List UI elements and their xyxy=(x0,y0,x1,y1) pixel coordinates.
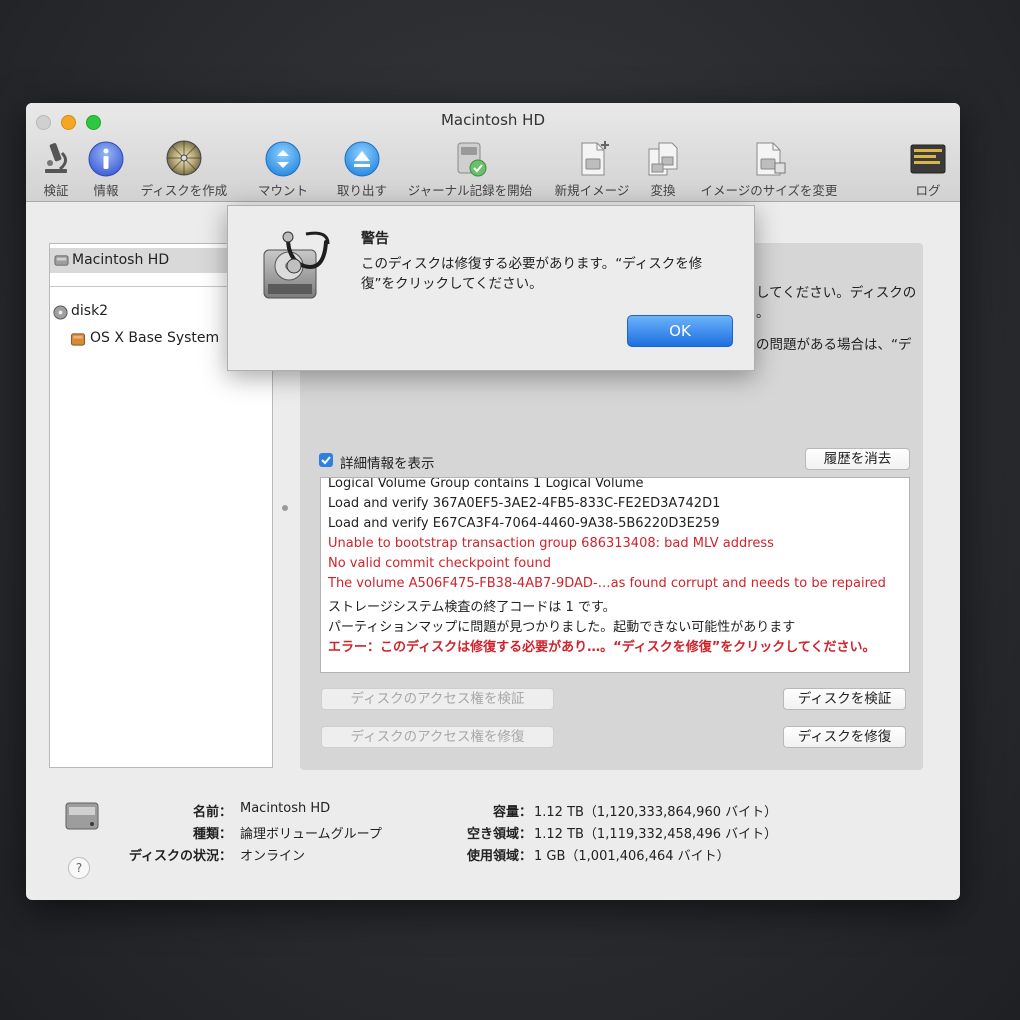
log-line: Load and verify E67CA3F4-7064-4460-9A38-… xyxy=(328,516,720,531)
capacity-key: 容量： xyxy=(492,805,532,820)
info-label: 情報 xyxy=(93,183,119,198)
capacity-value: 1.12 TB（1,120,333,864,960 バイト） xyxy=(534,805,778,820)
titlebar: Macintosh HD 検証 情報 ディスクを作成 マウント 取り出す ジャー… xyxy=(26,103,960,202)
sidebar-item-label: Macintosh HD xyxy=(72,252,170,268)
sidebar-item-label: OS X Base System xyxy=(90,330,220,346)
help-icon[interactable]: ? xyxy=(68,857,90,879)
microscope-icon xyxy=(45,143,67,173)
name-key: 名前： xyxy=(192,805,232,820)
journal-label: ジャーナル記録を開始 xyxy=(407,183,533,198)
eject-label: 取り出す xyxy=(336,183,388,198)
sidebar-item-macintosh-hd[interactable]: Macintosh HD xyxy=(50,248,230,273)
ok-button[interactable]: OK xyxy=(627,315,733,347)
log-console-icon xyxy=(910,144,946,174)
show-details-label: 詳細情報を表示 xyxy=(340,456,435,472)
log-line: Unable to bootstrap transaction group 68… xyxy=(328,536,774,551)
status-key: ディスクの状況： xyxy=(128,849,232,864)
status-value: オンライン xyxy=(240,849,306,864)
disk-info-area: ? 名前： Macintosh HD 種類： 論理ボリュームグループ ディスクの… xyxy=(26,793,960,900)
resize-image-label: イメージのサイズを変更 xyxy=(700,183,838,198)
log-line: Load and verify 367A0EF5-3AE2-4FB5-833C-… xyxy=(328,496,721,511)
free-key: 空き領域： xyxy=(466,827,532,842)
journal-disk-icon xyxy=(457,142,487,177)
internal-disk-icon xyxy=(54,255,69,266)
disk-info-icon xyxy=(65,802,99,830)
convert-icon xyxy=(648,142,678,176)
log-line: The volume A506F475-FB38-4AB7-9DAD-…as f… xyxy=(328,576,886,591)
eject-icon xyxy=(344,141,380,177)
mount-icon xyxy=(265,141,301,177)
verify-permissions-button[interactable]: ディスクのアクセス権を検証 xyxy=(321,688,554,710)
log-line: ストレージシステム検査の終了コードは 1 です。 xyxy=(328,600,616,615)
window-title: Macintosh HD xyxy=(440,111,546,129)
create-disk-label: ディスクを作成 xyxy=(140,183,228,198)
sidebar-divider xyxy=(50,286,230,287)
log-line: Logical Volume Group contains 1 Logical … xyxy=(328,477,644,491)
verify-disk-button[interactable]: ディスクを検証 xyxy=(783,688,906,710)
log-line: No valid commit checkpoint found xyxy=(328,556,551,571)
log-line: エラー：このディスクは修復する必要があり…。“ディスクを修復”をクリックしてくだ… xyxy=(328,640,876,655)
checkmark-icon xyxy=(321,456,331,465)
clear-history-button[interactable]: 履歴を消去 xyxy=(805,448,910,470)
type-key: 種類： xyxy=(192,827,232,842)
mount-label: マウント xyxy=(257,183,309,198)
used-key: 使用領域： xyxy=(466,849,532,864)
repair-disk-button[interactable]: ディスクを修復 xyxy=(783,726,906,748)
alert-message: このディスクは修復する必要があります。“ディスクを修復”をクリックしてください。 xyxy=(361,256,703,292)
resize-image-icon xyxy=(756,142,786,176)
instructions-text-1b: 。 xyxy=(756,305,770,321)
log-output[interactable]: Logical Volume Group contains 1 Logical … xyxy=(320,477,910,673)
repair-permissions-button[interactable]: ディスクのアクセス権を修復 xyxy=(321,726,554,748)
new-image-label: 新規イメージ xyxy=(554,183,630,198)
disk-icon xyxy=(53,305,68,320)
splitter-handle[interactable] xyxy=(282,505,288,511)
convert-label: 変換 xyxy=(650,183,676,198)
alert-title: 警告 xyxy=(361,231,389,247)
instructions-text-1: してください。ディスクの xyxy=(756,285,917,301)
log-line: パーティションマップに問題が見つかりました。起動できない可能性があります xyxy=(328,620,796,635)
sidebar-item-label: disk2 xyxy=(71,303,109,319)
verify-label: 検証 xyxy=(43,183,69,198)
log-label: ログ xyxy=(915,183,941,198)
disk-utility-window: Macintosh HD 検証 情報 ディスクを作成 マウント 取り出す ジャー… xyxy=(26,103,960,900)
new-image-icon xyxy=(581,141,609,176)
alert-dialog: 警告 このディスクは修復する必要があります。“ディスクを修復”をクリックしてくだ… xyxy=(227,205,755,371)
disk-utility-stethoscope-icon xyxy=(263,231,330,299)
show-details-checkbox[interactable] xyxy=(319,453,333,467)
disk-burn-icon xyxy=(166,140,202,176)
type-value: 論理ボリュームグループ xyxy=(240,827,382,842)
free-value: 1.12 TB（1,119,332,458,496 バイト） xyxy=(534,827,778,842)
instructions-text-2: の問題がある場合は、“デ xyxy=(756,337,912,353)
info-icon xyxy=(88,141,124,177)
used-value: 1 GB（1,001,406,464 バイト） xyxy=(534,849,730,864)
name-value: Macintosh HD xyxy=(240,801,331,816)
volume-icon xyxy=(70,333,86,346)
